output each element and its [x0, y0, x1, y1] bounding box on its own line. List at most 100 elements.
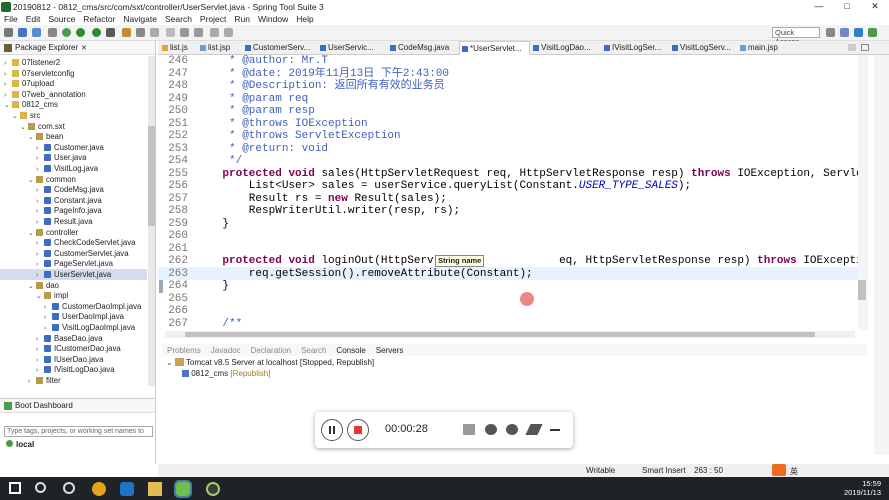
boot-dashboard-tab[interactable]: Boot Dashboard [0, 399, 155, 413]
back-icon[interactable] [210, 28, 219, 37]
debug-icon[interactable] [62, 28, 71, 37]
close-button[interactable]: ✕ [861, 0, 889, 13]
tree-item[interactable]: ⌄ impl [0, 290, 147, 301]
tree-scrollbar[interactable] [148, 56, 155, 386]
package-explorer-tab[interactable]: Package Explorer ✕ [0, 41, 155, 55]
tree-item[interactable]: › IUserDao.java [0, 354, 147, 365]
java-ee-perspective-icon[interactable] [840, 28, 849, 37]
save-icon[interactable] [18, 28, 27, 37]
editor-horizontal-scrollbar[interactable] [165, 331, 855, 338]
boot-dashboard-search-input[interactable]: Type tags, projects, or working set name… [4, 426, 153, 437]
menu-project[interactable]: Project [196, 14, 230, 24]
tree-item[interactable]: › filter [0, 375, 147, 386]
file-explorer-icon[interactable] [148, 482, 162, 496]
tree-scroll-thumb[interactable] [148, 126, 155, 226]
java-perspective-icon[interactable] [854, 28, 863, 37]
webcam-icon[interactable] [506, 424, 518, 435]
tab-search[interactable]: Search [296, 346, 331, 355]
menu-edit[interactable]: Edit [22, 14, 45, 24]
tab-console[interactable]: Console [331, 346, 370, 355]
print-icon[interactable] [48, 28, 57, 37]
system-clock[interactable]: 15:59 2019/11/13 [844, 479, 881, 497]
speaker-icon[interactable] [463, 424, 475, 435]
tree-item[interactable]: › Result.java [0, 216, 147, 227]
recorder-app-icon[interactable] [206, 482, 220, 496]
tab-customerservlet[interactable]: CustomerServ... [243, 41, 310, 55]
quick-access-input[interactable]: Quick Access [772, 27, 820, 46]
tree-item[interactable]: › User.java [0, 152, 147, 163]
tab-javadoc[interactable]: Javadoc [206, 346, 246, 355]
edge-icon[interactable] [120, 482, 134, 496]
tree-item[interactable]: › IVisitLogDao.java [0, 364, 147, 375]
next-annotation-icon[interactable] [180, 28, 189, 37]
pen-icon[interactable] [525, 424, 543, 435]
search-icon[interactable] [150, 28, 159, 37]
close-icon[interactable]: ✕ [81, 44, 87, 52]
external-tools-icon[interactable] [106, 28, 115, 37]
tree-item[interactable]: › 07web_annotation [0, 89, 147, 100]
tab-visitlogdao[interactable]: VisitLogDao... [531, 41, 591, 55]
tab-problems[interactable]: Problems [162, 346, 206, 355]
maximize-editor-icon[interactable] [861, 44, 869, 51]
tree-item[interactable]: ⌄ src [0, 110, 147, 121]
cortana-icon[interactable] [63, 482, 75, 494]
chrome-icon[interactable] [92, 482, 106, 496]
new-java-project-icon[interactable] [122, 28, 131, 37]
tree-item[interactable]: › CheckCodeServlet.java [0, 237, 147, 248]
open-type-icon[interactable] [136, 28, 145, 37]
editor-scroll-thumb[interactable] [858, 280, 866, 300]
tree-item[interactable]: ⌄ bean [0, 131, 147, 142]
tree-item[interactable]: › VisitLog.java [0, 163, 147, 174]
save-all-icon[interactable] [32, 28, 41, 37]
tree-item[interactable]: ⌄ common [0, 174, 147, 185]
module-row[interactable]: 0812_cms [Republish] [182, 369, 270, 378]
local-target[interactable]: local [6, 440, 34, 449]
forward-icon[interactable] [224, 28, 233, 37]
tree-item[interactable]: › 07servletconfig [0, 68, 147, 79]
tab-list-jsp[interactable]: list.jsp [198, 41, 230, 55]
menu-source[interactable]: Source [44, 14, 79, 24]
search-icon[interactable] [35, 482, 46, 493]
tab-userservice[interactable]: UserServic... [318, 41, 374, 55]
sogou-ime-icon[interactable] [772, 464, 786, 476]
windows-start-icon[interactable] [9, 482, 21, 494]
menu-file[interactable]: File [0, 14, 22, 24]
tree-item[interactable]: ⌄ dao [0, 280, 147, 291]
toggle-mark-icon[interactable] [166, 28, 175, 37]
tree-item[interactable]: › UserDaoImpl.java [0, 311, 147, 322]
tab-userservlet[interactable]: *UserServlet... [459, 41, 530, 55]
tree-item[interactable]: ⌄ com.sxt [0, 121, 147, 132]
minimize-button[interactable]: — [805, 0, 833, 13]
tab-main-jsp[interactable]: main.jsp [738, 41, 778, 55]
menu-refactor[interactable]: Refactor [79, 14, 119, 24]
tab-ivisitlogservice[interactable]: IVisitLogSer... [602, 41, 661, 55]
tab-servers[interactable]: Servers [371, 346, 409, 355]
tree-item[interactable]: ⌄ 0812_cms [0, 99, 147, 110]
tree-item[interactable]: › Constant.java [0, 195, 147, 206]
tree-item[interactable]: › BaseDao.java [0, 333, 147, 344]
editor-vertical-scrollbar[interactable] [858, 55, 868, 330]
maximize-button[interactable]: □ [833, 0, 861, 13]
tab-visitlogservice[interactable]: VisitLogServ... [670, 41, 731, 55]
new-icon[interactable] [4, 28, 13, 37]
open-perspective-icon[interactable] [826, 28, 835, 37]
minimize-editor-icon[interactable] [848, 44, 856, 51]
tree-item[interactable]: › PageInfo.java [0, 205, 147, 216]
code-editor[interactable]: 246 * @author: Mr.T 247 * @date: 2019年11月… [158, 55, 858, 330]
menu-search[interactable]: Search [161, 14, 196, 24]
editor-hscroll-thumb[interactable] [185, 332, 815, 337]
menu-window[interactable]: Window [254, 14, 292, 24]
tree-item[interactable]: › 07upload [0, 78, 147, 89]
previous-annotation-icon[interactable] [194, 28, 203, 37]
stop-button[interactable] [347, 419, 369, 441]
tab-list-js[interactable]: list.js [160, 41, 188, 55]
menu-help[interactable]: Help [292, 14, 317, 24]
tree-item[interactable]: › CustomerDaoImpl.java [0, 301, 147, 312]
tree-item[interactable]: › 07listener2 [0, 57, 147, 68]
tab-declaration[interactable]: Declaration [246, 346, 296, 355]
tree-item[interactable]: › CodeMsg.java [0, 184, 147, 195]
spring-perspective-icon[interactable] [868, 28, 877, 37]
tree-item[interactable]: › PageServlet.java [0, 258, 147, 269]
tree-item[interactable]: › ICustomerDao.java [0, 343, 147, 354]
menu-navigate[interactable]: Navigate [119, 14, 161, 24]
